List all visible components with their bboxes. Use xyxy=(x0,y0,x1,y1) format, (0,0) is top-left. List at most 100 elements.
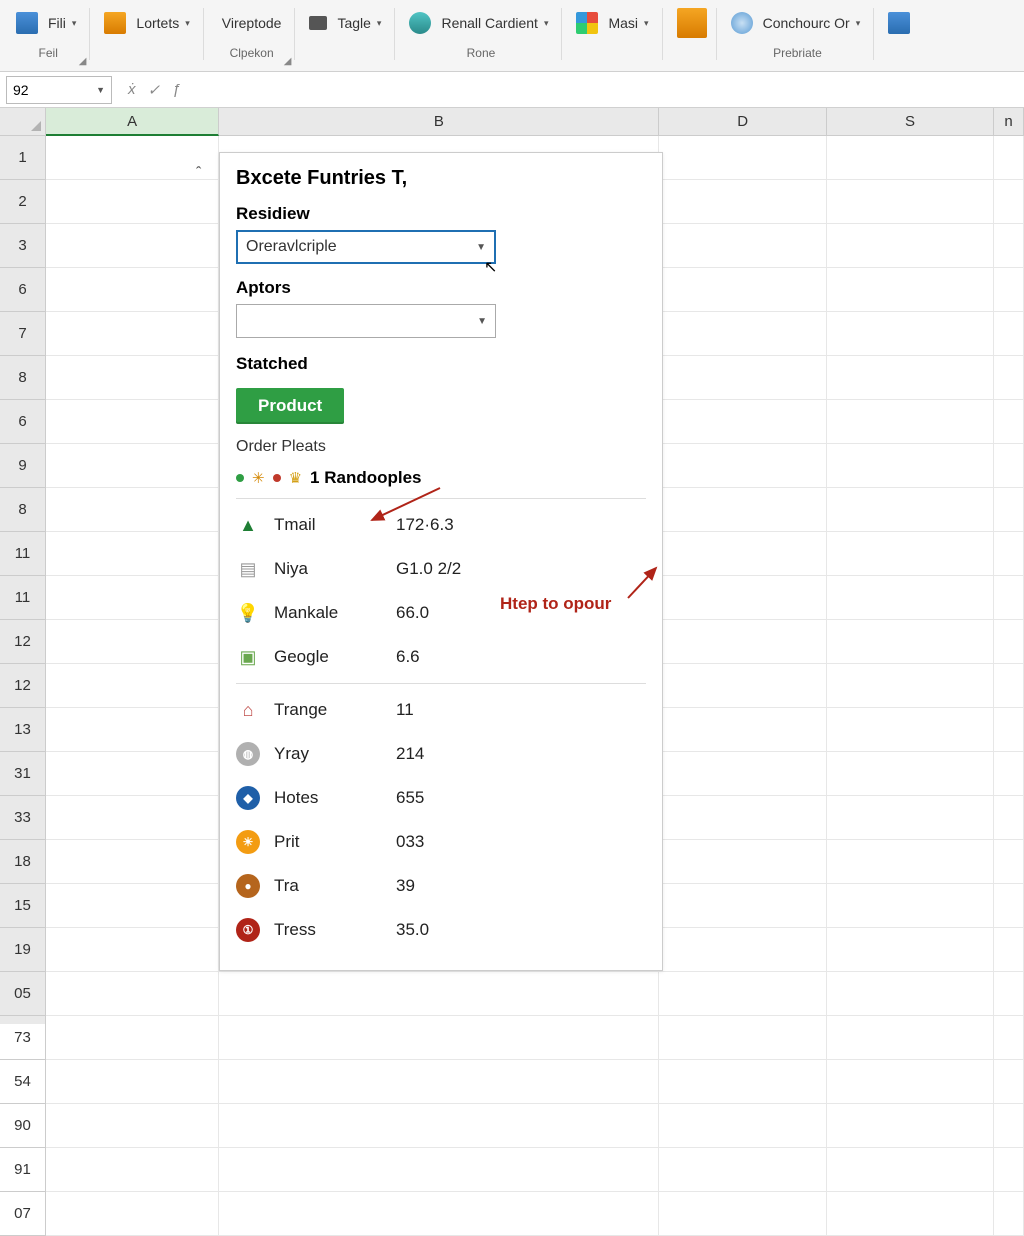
column-header[interactable]: A xyxy=(46,108,219,136)
cell[interactable] xyxy=(827,1148,994,1192)
cell[interactable] xyxy=(994,268,1024,312)
row-header[interactable]: 9 xyxy=(0,444,46,488)
cell[interactable] xyxy=(659,620,826,664)
row-header[interactable]: 7 xyxy=(0,312,46,356)
list-item[interactable]: ◆Hotes655 xyxy=(236,776,646,820)
cell[interactable] xyxy=(659,928,826,972)
row-header[interactable]: 6 xyxy=(0,400,46,444)
fx-cancel-icon[interactable]: ẋ xyxy=(128,81,136,98)
cell[interactable] xyxy=(994,752,1024,796)
cell[interactable] xyxy=(994,884,1024,928)
cell[interactable] xyxy=(827,620,994,664)
name-box[interactable]: 92 ▼ xyxy=(6,76,112,104)
cell[interactable] xyxy=(994,576,1024,620)
cell[interactable] xyxy=(46,1016,219,1060)
cell[interactable] xyxy=(219,972,659,1016)
cell[interactable] xyxy=(994,224,1024,268)
list-item[interactable]: ▤NiyaG1.0 2/2 xyxy=(236,547,646,591)
cell[interactable] xyxy=(827,840,994,884)
row-header[interactable]: 1 xyxy=(0,136,46,180)
ribbon-vireptode-button[interactable]: Vireptode xyxy=(218,13,286,33)
row-header[interactable]: 12 xyxy=(0,664,46,708)
cell[interactable] xyxy=(827,488,994,532)
cell[interactable] xyxy=(219,1016,659,1060)
row-header[interactable]: 8 xyxy=(0,488,46,532)
cell[interactable] xyxy=(994,840,1024,884)
chevron-down-icon[interactable]: ▼ xyxy=(96,85,105,95)
row-header[interactable]: 07 xyxy=(0,1192,46,1236)
cell[interactable] xyxy=(46,708,219,752)
cell[interactable] xyxy=(46,356,219,400)
cell[interactable] xyxy=(659,268,826,312)
cell[interactable] xyxy=(994,532,1024,576)
column-header[interactable]: D xyxy=(659,108,826,136)
cell[interactable] xyxy=(659,1104,826,1148)
cell[interactable] xyxy=(827,1192,994,1236)
cell[interactable] xyxy=(46,1148,219,1192)
cell[interactable] xyxy=(46,224,219,268)
cell[interactable] xyxy=(46,400,219,444)
list-item[interactable]: ●Tra39 xyxy=(236,864,646,908)
dialog-launcher-icon[interactable]: ◢ xyxy=(79,56,87,67)
row-header[interactable]: 3 xyxy=(0,224,46,268)
row-header[interactable]: 12 xyxy=(0,620,46,664)
column-header[interactable]: B xyxy=(219,108,659,136)
cell[interactable] xyxy=(46,136,219,180)
cell[interactable] xyxy=(994,1016,1024,1060)
row-header[interactable]: 11 xyxy=(0,576,46,620)
cell[interactable] xyxy=(994,1060,1024,1104)
cell[interactable] xyxy=(46,1192,219,1236)
fx-function-icon[interactable]: ƒ xyxy=(172,81,180,98)
cell[interactable] xyxy=(994,708,1024,752)
cell[interactable] xyxy=(659,752,826,796)
row-header[interactable]: 18 xyxy=(0,840,46,884)
cell[interactable] xyxy=(994,180,1024,224)
cell[interactable] xyxy=(827,532,994,576)
row-header[interactable]: 6 xyxy=(0,268,46,312)
row-header[interactable]: 91 xyxy=(0,1148,46,1192)
cell[interactable] xyxy=(994,1148,1024,1192)
list-item[interactable]: ▣Geogle6.6 xyxy=(236,635,646,679)
product-button[interactable]: Product xyxy=(236,388,344,424)
cell[interactable] xyxy=(659,444,826,488)
cell[interactable] xyxy=(827,576,994,620)
cell[interactable] xyxy=(659,136,826,180)
aptors-combo[interactable]: ▼ xyxy=(236,304,496,338)
cell[interactable] xyxy=(827,708,994,752)
cell[interactable] xyxy=(659,884,826,928)
cell[interactable] xyxy=(994,664,1024,708)
row-header[interactable]: 33 xyxy=(0,796,46,840)
cell[interactable] xyxy=(659,1148,826,1192)
cell[interactable] xyxy=(994,796,1024,840)
cell[interactable] xyxy=(659,356,826,400)
list-item[interactable]: ☀Prit033 xyxy=(236,820,646,864)
cell[interactable] xyxy=(46,664,219,708)
cell[interactable] xyxy=(994,928,1024,972)
ribbon-tagle-button[interactable]: Tagle▾ xyxy=(333,13,385,33)
row-header[interactable]: 19 xyxy=(0,928,46,972)
cell[interactable] xyxy=(659,664,826,708)
fx-enter-icon[interactable]: ✓ xyxy=(148,81,161,99)
cell[interactable] xyxy=(994,312,1024,356)
ribbon-conchourc-button[interactable]: Conchourc Or▾ xyxy=(759,13,865,33)
cell[interactable] xyxy=(46,180,219,224)
row-header[interactable]: 54 xyxy=(0,1060,46,1104)
cell[interactable] xyxy=(659,312,826,356)
cell[interactable] xyxy=(994,400,1024,444)
cell[interactable] xyxy=(827,1104,994,1148)
cell[interactable] xyxy=(994,136,1024,180)
cell[interactable] xyxy=(827,224,994,268)
cell[interactable] xyxy=(46,268,219,312)
cell[interactable] xyxy=(827,1060,994,1104)
cell[interactable] xyxy=(659,972,826,1016)
cell[interactable] xyxy=(827,356,994,400)
cell[interactable] xyxy=(659,1060,826,1104)
cell[interactable] xyxy=(659,708,826,752)
cell[interactable] xyxy=(827,268,994,312)
cell[interactable] xyxy=(46,620,219,664)
list-item[interactable]: ◍Yray214 xyxy=(236,732,646,776)
cell[interactable] xyxy=(659,224,826,268)
row-header[interactable]: 05 xyxy=(0,972,46,1016)
cell[interactable] xyxy=(827,796,994,840)
cell[interactable] xyxy=(46,928,219,972)
